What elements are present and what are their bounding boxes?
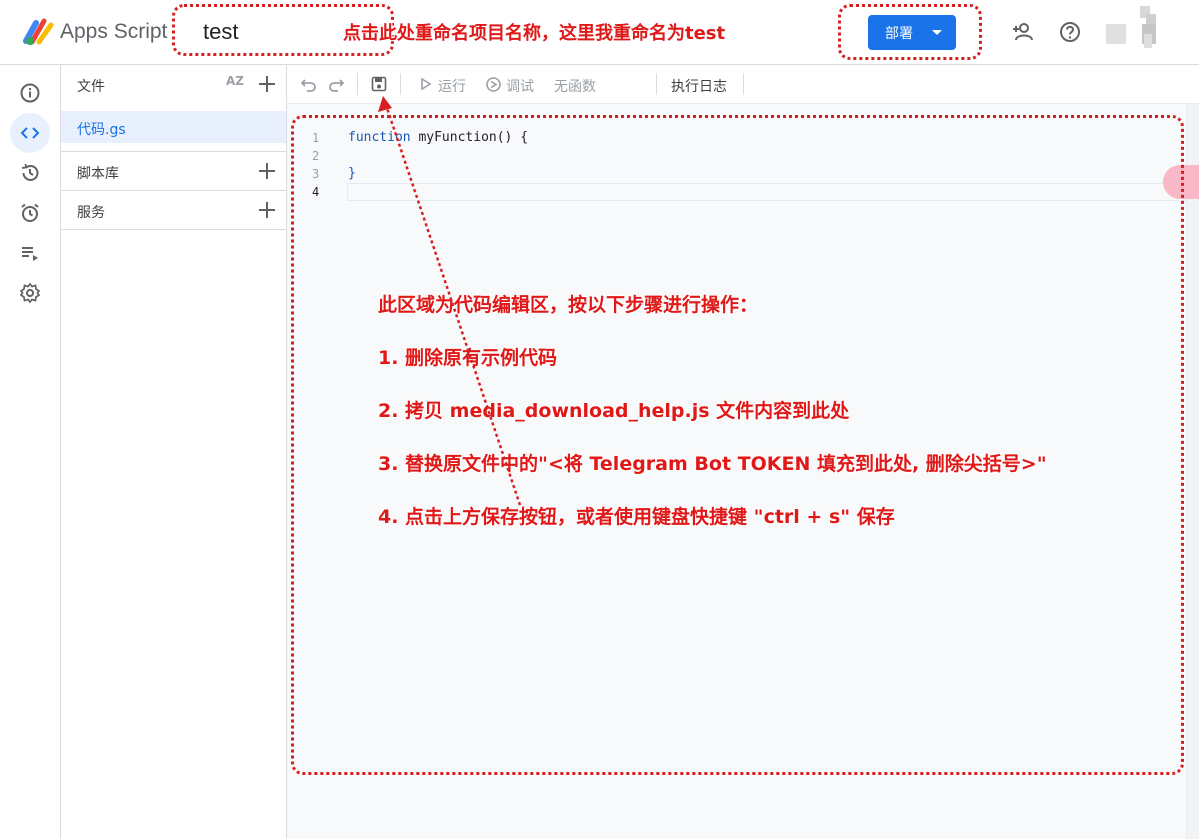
execution-log-button[interactable]: 执行日志 <box>671 76 727 96</box>
triggers-nav-item[interactable] <box>10 193 50 233</box>
files-header: 文件 AZ <box>61 65 286 103</box>
save-icon[interactable] <box>370 75 388 93</box>
gear-icon <box>19 282 41 304</box>
app-title: Apps Script <box>60 20 168 43</box>
step-1-annotation: 1. 删除原有示例代码 <box>378 347 558 369</box>
left-nav-rail <box>0 65 61 839</box>
libraries-section[interactable]: 脚本库 <box>61 151 286 190</box>
add-service-icon[interactable] <box>257 200 277 220</box>
toolbar-divider <box>743 73 744 95</box>
step-3-annotation: 3. 替换原文件中的"<将 Telegram Bot TOKEN 填充到此处, … <box>378 453 1047 475</box>
avatar[interactable] <box>1106 6 1156 56</box>
function-select[interactable]: 无函数 <box>554 76 596 96</box>
files-header-label: 文件 <box>77 79 105 95</box>
history-nav-item[interactable] <box>10 153 50 193</box>
info-icon <box>20 83 40 103</box>
rename-annotation: 点击此处重命名项目名称，这里我重命名为test <box>343 23 726 44</box>
debug-button[interactable]: 调试 <box>506 76 534 96</box>
editor-highlight-box <box>291 115 1184 775</box>
divider <box>61 229 286 230</box>
deploy-highlight-box <box>838 4 982 60</box>
undo-icon[interactable] <box>300 75 318 93</box>
run-icon[interactable] <box>420 77 432 91</box>
file-panel: 文件 AZ 代码.gs 脚本库 服务 <box>61 65 287 839</box>
add-library-icon[interactable] <box>257 161 277 181</box>
services-label: 服务 <box>77 205 105 221</box>
history-icon <box>21 163 39 181</box>
editor-toolbar: 运行 调试 无函数 执行日志 <box>287 65 1199 104</box>
sort-az-icon[interactable]: AZ <box>226 74 244 88</box>
run-button[interactable]: 运行 <box>438 76 466 96</box>
executions-nav-item[interactable] <box>10 233 50 273</box>
add-file-icon[interactable] <box>257 74 277 94</box>
settings-nav-item[interactable] <box>10 273 50 313</box>
apps-script-window: Apps Script test 部署 文件 AZ 代码.gs 脚本库 服务 运… <box>0 0 1199 839</box>
code-icon <box>20 127 40 139</box>
add-person-icon[interactable] <box>1010 19 1036 45</box>
help-icon[interactable] <box>1057 19 1083 45</box>
executions-list-icon <box>22 247 38 261</box>
file-item-code-gs[interactable]: 代码.gs <box>61 111 286 143</box>
debug-icon[interactable] <box>485 76 502 93</box>
step-2-annotation: 2. 拷贝 media_download_help.js 文件内容到此处 <box>378 400 850 422</box>
toolbar-divider <box>400 73 401 95</box>
redo-icon[interactable] <box>327 75 345 93</box>
editor-nav-item[interactable] <box>10 113 50 153</box>
editor-annotation: 此区域为代码编辑区，按以下步骤进行操作： <box>378 294 759 316</box>
alarm-clock-icon <box>21 203 39 222</box>
overview-nav-item[interactable] <box>10 73 50 113</box>
apps-script-logo-icon <box>23 18 54 45</box>
file-item-label: 代码.gs <box>77 122 126 138</box>
toolbar-divider <box>656 73 657 95</box>
services-section[interactable]: 服务 <box>61 190 286 229</box>
libraries-label: 脚本库 <box>77 166 119 182</box>
step-4-annotation: 4. 点击上方保存按钮，或者使用键盘快捷键 "ctrl + s" 保存 <box>378 506 895 528</box>
toolbar-divider <box>357 73 358 95</box>
vertical-scrollbar[interactable] <box>1186 104 1199 839</box>
